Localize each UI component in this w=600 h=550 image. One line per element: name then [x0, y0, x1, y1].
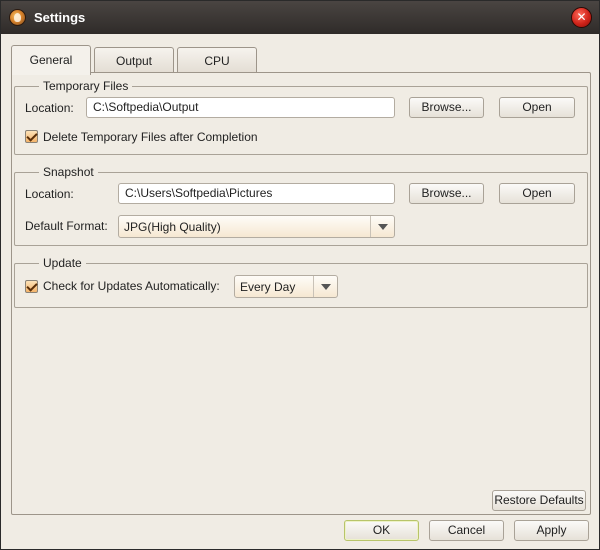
app-logo-icon: [9, 9, 26, 26]
update-heading: Update: [39, 256, 86, 270]
temp-open-button[interactable]: Open: [499, 97, 575, 118]
window-title: Settings: [34, 10, 86, 25]
default-format-select[interactable]: JPG(High Quality): [118, 215, 395, 238]
temp-location-label: Location:: [25, 101, 74, 115]
cancel-button[interactable]: Cancel: [429, 520, 504, 541]
update-frequency-value: Every Day: [240, 280, 296, 294]
temporary-files-group: Temporary Files Location: C:\Softpedia\O…: [14, 79, 588, 155]
ok-button[interactable]: OK: [344, 520, 419, 541]
close-icon: ✕: [576, 10, 587, 24]
chevron-down-icon: [313, 276, 337, 297]
check-updates-label: Check for Updates Automatically:: [43, 279, 220, 293]
snapshot-group: Snapshot Location: C:\Users\Softpedia\Pi…: [14, 165, 588, 246]
chevron-down-icon: [370, 216, 394, 237]
delete-temp-checkbox[interactable]: [25, 130, 38, 143]
settings-window: Settings ✕ General Output CPU Temporary …: [0, 0, 600, 550]
close-button[interactable]: ✕: [571, 7, 592, 28]
temporary-files-heading: Temporary Files: [39, 79, 133, 93]
apply-button[interactable]: Apply: [514, 520, 589, 541]
update-frequency-select[interactable]: Every Day: [234, 275, 338, 298]
temp-browse-button[interactable]: Browse...: [409, 97, 484, 118]
tab-cpu[interactable]: CPU: [177, 47, 257, 73]
snapshot-browse-button[interactable]: Browse...: [409, 183, 484, 204]
general-panel: Temporary Files Location: C:\Softpedia\O…: [11, 72, 591, 515]
check-updates-checkbox[interactable]: [25, 280, 38, 293]
restore-defaults-button[interactable]: Restore Defaults: [492, 490, 586, 511]
tab-output[interactable]: Output: [94, 47, 174, 73]
update-group: Update Check for Updates Automatically: …: [14, 256, 588, 308]
default-format-value: JPG(High Quality): [124, 220, 221, 234]
title-bar: Settings ✕: [1, 1, 599, 34]
snapshot-location-label: Location:: [25, 187, 74, 201]
default-format-label: Default Format:: [25, 219, 108, 233]
snapshot-location-field[interactable]: C:\Users\Softpedia\Pictures: [118, 183, 395, 204]
tab-bar: General Output CPU: [11, 45, 591, 75]
snapshot-heading: Snapshot: [39, 165, 98, 179]
delete-temp-label: Delete Temporary Files after Completion: [43, 130, 258, 144]
temp-location-field[interactable]: C:\Softpedia\Output: [86, 97, 395, 118]
tab-general[interactable]: General: [11, 45, 91, 75]
snapshot-open-button[interactable]: Open: [499, 183, 575, 204]
